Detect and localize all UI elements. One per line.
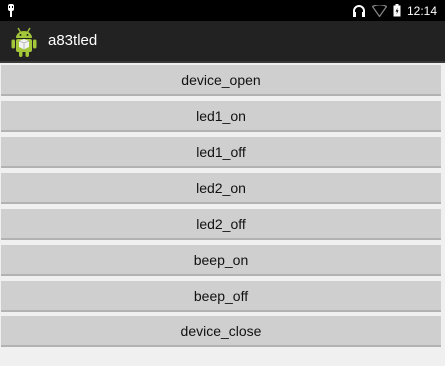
headphones-icon: [352, 5, 365, 17]
led2-on-button[interactable]: led2_on: [1, 173, 441, 204]
action-bar: a83tled: [0, 21, 445, 63]
beep-on-button[interactable]: beep_on: [1, 245, 441, 276]
battery-icon: [393, 4, 401, 17]
device-close-button[interactable]: device_close: [1, 316, 441, 347]
led2-off-button[interactable]: led2_off: [1, 209, 441, 240]
status-time: 12:14: [406, 3, 437, 18]
led1-off-button[interactable]: led1_off: [1, 137, 441, 168]
led1-on-button[interactable]: led1_on: [1, 101, 441, 132]
usb-icon: [8, 4, 14, 17]
wifi-icon: [371, 4, 387, 17]
android-icon: [11, 27, 37, 57]
status-bar: 12:14: [0, 0, 445, 21]
button-list: device_open led1_on led1_off led2_on led…: [0, 63, 445, 366]
beep-off-button[interactable]: beep_off: [1, 281, 441, 312]
app-title: a83tled: [48, 32, 98, 49]
status-icons: 12:14: [352, 0, 437, 21]
device-open-button[interactable]: device_open: [1, 65, 441, 96]
